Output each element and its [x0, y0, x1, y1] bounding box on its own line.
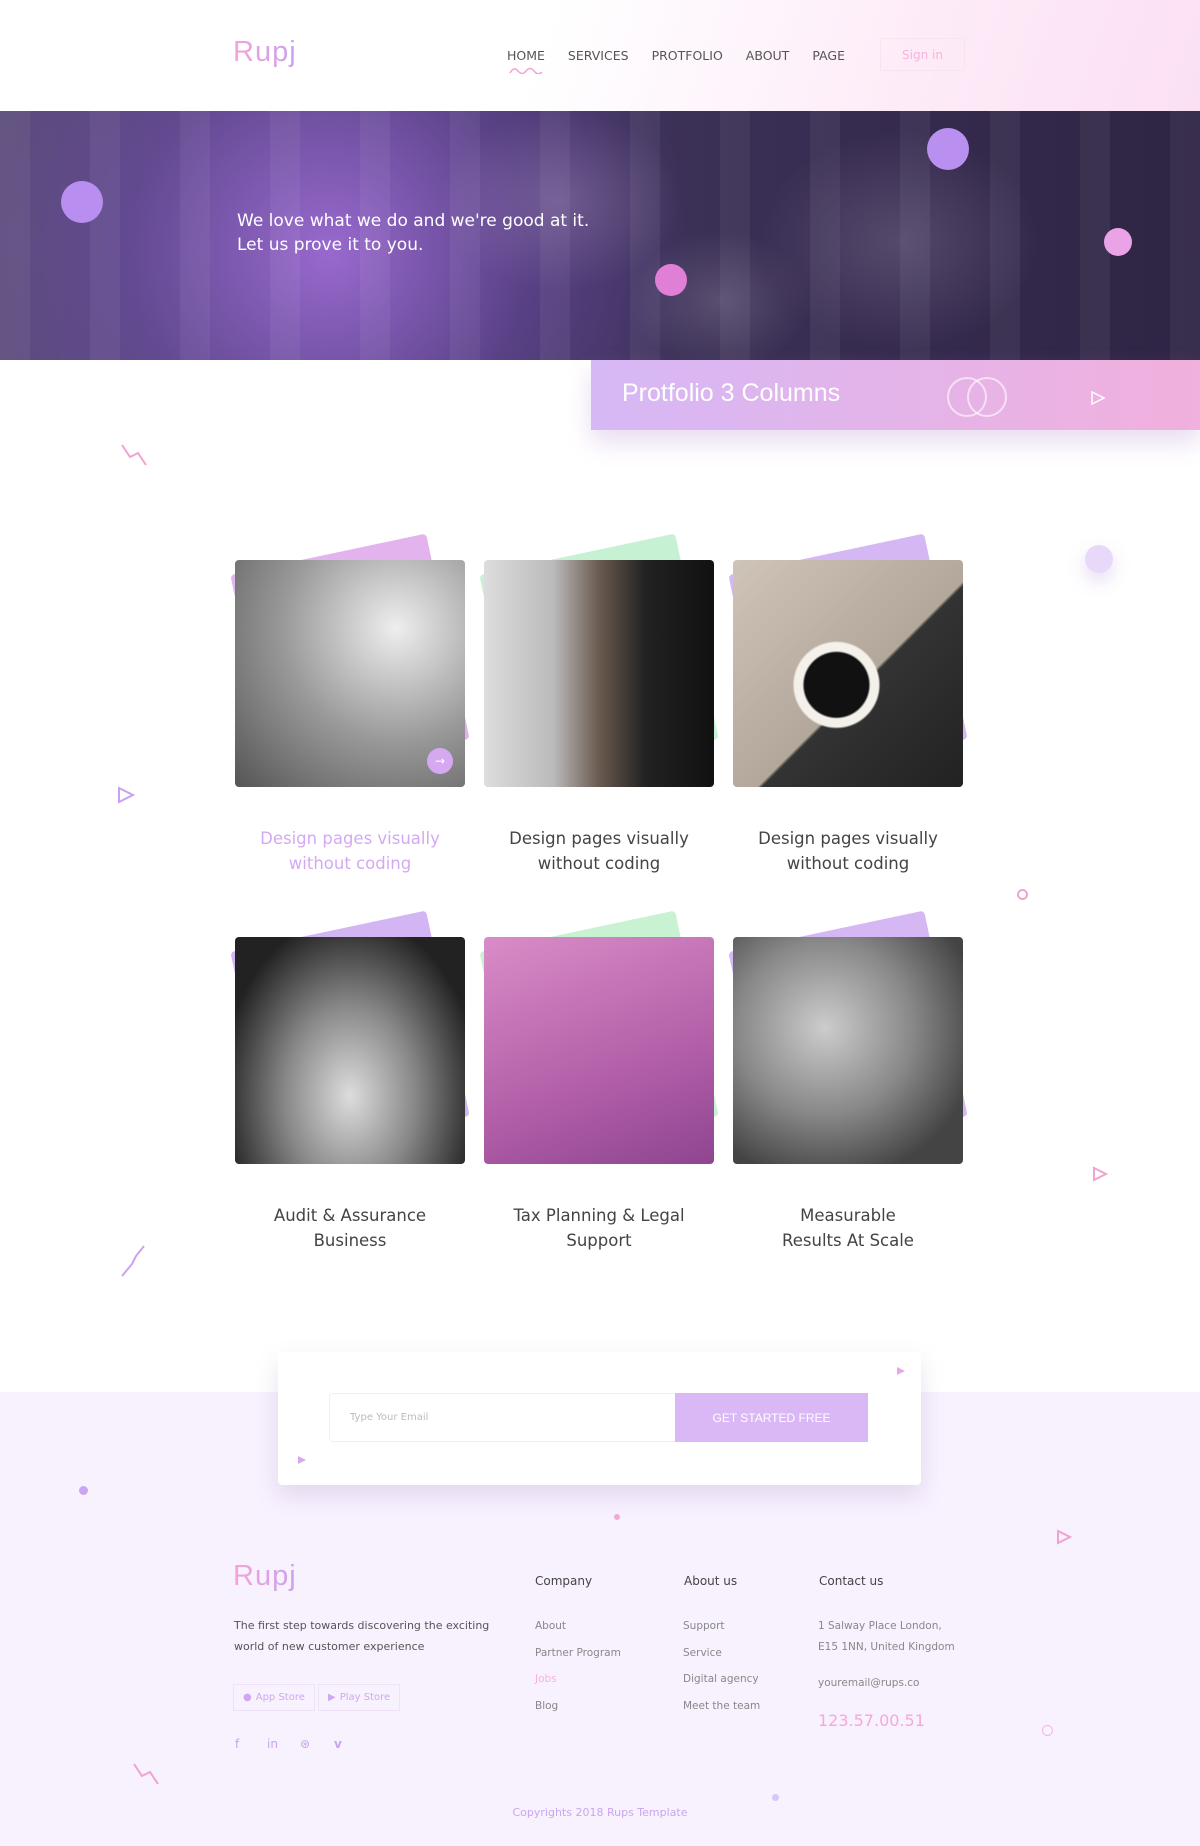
- footer-link[interactable]: About: [535, 1613, 621, 1640]
- triangle-icon: [1057, 1529, 1073, 1545]
- play-store-button[interactable]: ▶ Play Store: [318, 1684, 401, 1711]
- arrow-right-icon[interactable]: →: [427, 748, 453, 774]
- decor-circle: [1085, 545, 1113, 573]
- flag-icon: [897, 1367, 905, 1375]
- footer-logo[interactable]: Rupj: [233, 1560, 297, 1593]
- decor-circle: [655, 264, 687, 296]
- linkedin-icon[interactable]: in: [267, 1737, 278, 1751]
- triangle-icon: [1091, 390, 1106, 406]
- nav-portfolio[interactable]: PROTFOLIO: [652, 48, 723, 63]
- main-nav: HOME SERVICES PROTFOLIO ABOUT PAGE: [507, 48, 845, 74]
- decor-circle: [1104, 228, 1132, 256]
- apple-icon: ●: [243, 1692, 252, 1703]
- card-title[interactable]: Design pages visually without coding: [225, 826, 475, 876]
- nav-about[interactable]: ABOUT: [746, 48, 790, 63]
- page-title: Protfolio 3 Columns: [622, 379, 841, 407]
- decor-dot: [614, 1514, 620, 1520]
- footer-link[interactable]: Blog: [535, 1693, 621, 1720]
- footer-link[interactable]: Partner Program: [535, 1640, 621, 1667]
- flag-icon: [298, 1456, 306, 1464]
- card-image: [733, 937, 963, 1164]
- company-heading: Company: [535, 1574, 593, 1588]
- card-image: [733, 560, 963, 787]
- about-heading: About us: [684, 1574, 738, 1588]
- card-title[interactable]: Design pages visually without coding: [723, 826, 973, 876]
- contact-phone[interactable]: 123.57.00.51: [818, 1711, 925, 1730]
- page-title-banner: Protfolio 3 Columns: [591, 360, 1200, 430]
- play-icon: ▶: [328, 1692, 336, 1703]
- logo[interactable]: Rupj: [233, 36, 297, 69]
- triangle-icon: [1093, 1166, 1109, 1182]
- vimeo-icon[interactable]: v: [334, 1737, 342, 1751]
- footer-link[interactable]: Service: [683, 1640, 760, 1667]
- footer-link[interactable]: Digital agency: [683, 1666, 760, 1693]
- contact-address: 1 Salway Place London, E15 1NN, United Ki…: [818, 1620, 955, 1653]
- triangle-icon: [118, 786, 136, 804]
- rings-icon: [947, 377, 1007, 417]
- hero-photo: [0, 111, 1200, 360]
- hero-banner: We love what we do and we're good at it.…: [0, 111, 1200, 360]
- nav-services[interactable]: SERVICES: [568, 48, 629, 63]
- app-store-button[interactable]: ● App Store: [233, 1684, 315, 1711]
- nav-home[interactable]: HOME: [507, 48, 545, 74]
- footer-link[interactable]: Meet the team: [683, 1693, 760, 1720]
- active-wave-icon: [509, 67, 543, 74]
- card-title[interactable]: Tax Planning & Legal Support: [474, 1203, 724, 1253]
- decor-circle: [927, 128, 969, 170]
- site-header: Rupj HOME SERVICES PROTFOLIO ABOUT PAGE …: [0, 0, 1200, 111]
- contact-email[interactable]: youremail@rups.co: [818, 1673, 919, 1694]
- hero-text: We love what we do and we're good at it.…: [237, 209, 589, 257]
- nav-label: HOME: [507, 48, 545, 63]
- decor-dot: [772, 1794, 779, 1801]
- copyright: Copyrights 2018 Rups Template: [512, 1806, 688, 1819]
- contact-heading: Contact us: [819, 1574, 884, 1588]
- facebook-icon[interactable]: f: [235, 1737, 239, 1751]
- decor-ring: [1042, 1725, 1053, 1736]
- company-links: About Partner Program Jobs Blog: [535, 1613, 621, 1719]
- decor-circle: [61, 181, 103, 223]
- footer-link[interactable]: Support: [683, 1613, 760, 1640]
- subscribe-card: GET STARTED FREE: [278, 1352, 921, 1485]
- card-image: [484, 560, 714, 787]
- card-title[interactable]: Audit & Assurance Business: [225, 1203, 475, 1253]
- card-image: [484, 937, 714, 1164]
- hero-line: Let us prove it to you.: [237, 235, 424, 255]
- zigzag-icon: [133, 1763, 159, 1785]
- card-image: →: [235, 560, 465, 787]
- hero-line: We love what we do and we're good at it.: [237, 211, 590, 231]
- card-title[interactable]: Measurable Results At Scale: [723, 1203, 973, 1253]
- card-image: [235, 937, 465, 1164]
- email-input[interactable]: [329, 1393, 675, 1442]
- about-links: Support Service Digital agency Meet the …: [683, 1613, 760, 1719]
- decor-dot: [79, 1486, 88, 1495]
- card-title[interactable]: Design pages visually without coding: [474, 826, 724, 876]
- sign-in-button[interactable]: Sign in: [880, 38, 965, 71]
- decor-ring: [1017, 889, 1028, 900]
- zigzag-icon: [121, 444, 147, 466]
- get-started-button[interactable]: GET STARTED FREE: [675, 1393, 868, 1442]
- nav-page[interactable]: PAGE: [812, 48, 845, 63]
- footer-link[interactable]: Jobs: [535, 1666, 621, 1693]
- footer-tagline: The first step towards discovering the e…: [234, 1619, 490, 1653]
- zigzag-icon: [121, 1245, 145, 1277]
- dribbble-icon[interactable]: ⊛: [300, 1737, 310, 1751]
